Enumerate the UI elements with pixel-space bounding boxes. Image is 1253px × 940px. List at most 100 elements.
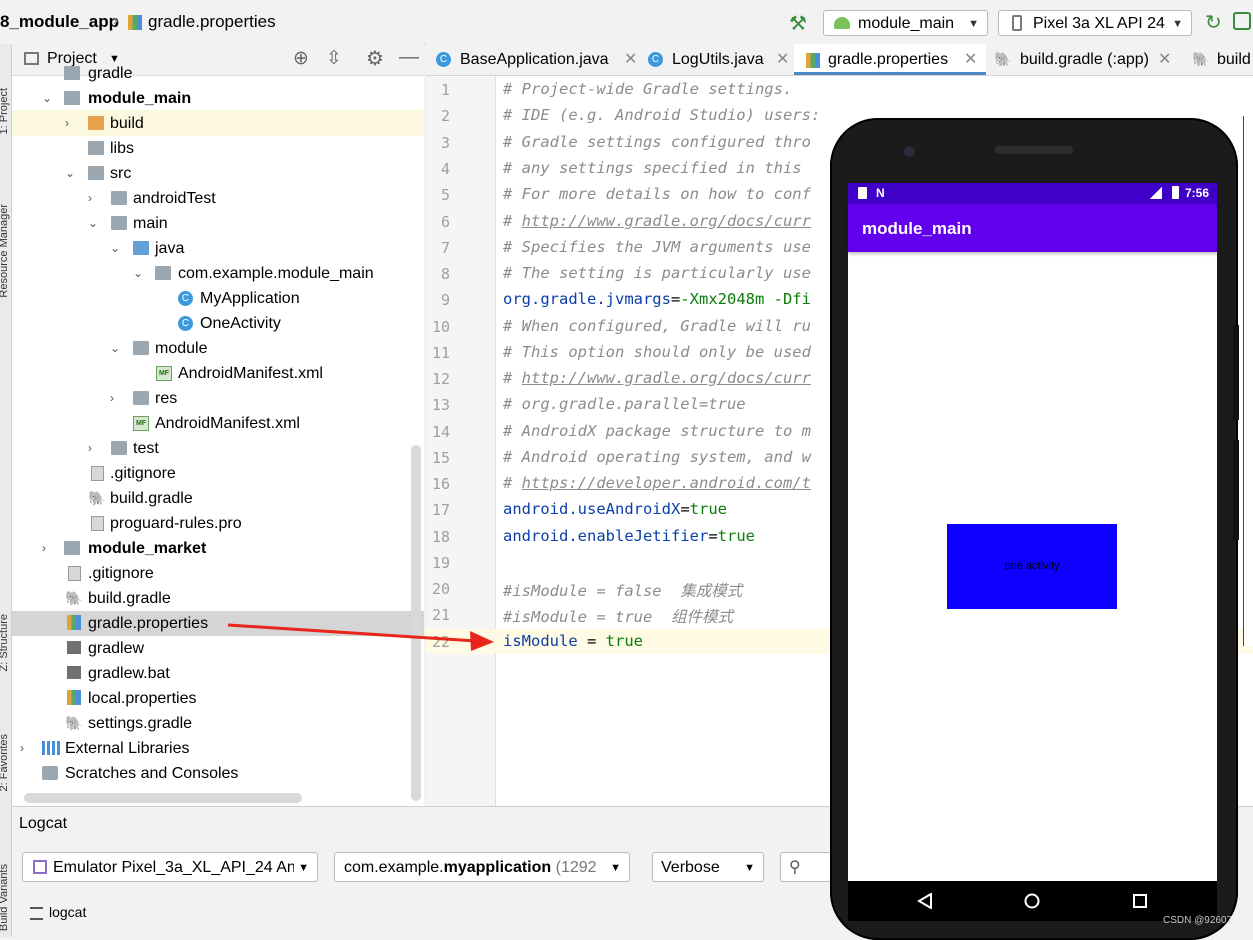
logcat-tab[interactable]: logcat: [49, 904, 86, 920]
code-line-10: # When configured, Gradle will ru: [503, 317, 811, 335]
line-number: 18: [431, 528, 450, 546]
folder-icon: [111, 191, 127, 205]
locate-target-icon[interactable]: ⊕: [293, 47, 309, 70]
line-number: 6: [440, 213, 450, 231]
tab-build[interactable]: 🐘 build: [1192, 44, 1253, 75]
one-activity-button[interactable]: one activity: [947, 524, 1117, 609]
speaker-grille: [995, 146, 1073, 154]
gradle-elephant-icon: 🐘: [88, 490, 106, 506]
code-line-22: isModule = true: [503, 632, 643, 650]
breadcrumb-project[interactable]: 8_module_app: [0, 12, 119, 32]
code-line-8: # The setting is particularly use: [503, 264, 811, 282]
code-line-7: # Specifies the JVM arguments use: [503, 238, 811, 256]
gradle-elephant-icon: 🐘: [994, 51, 1012, 67]
watermark: CSDN @92607: [1163, 915, 1233, 926]
logcat-lines-icon: [30, 907, 43, 920]
chevron-right-icon[interactable]: ›: [88, 436, 100, 461]
module-folder-icon: [64, 91, 80, 105]
properties-file-icon: [806, 53, 820, 68]
line-number: 2: [440, 107, 450, 125]
run-config-select[interactable]: module_main ▼: [823, 10, 988, 36]
log-level-select[interactable]: Verbose ▼: [652, 852, 764, 882]
power-button[interactable]: [1233, 325, 1239, 420]
home-icon[interactable]: [1024, 893, 1040, 909]
chevron-down-icon[interactable]: ⌄: [42, 86, 54, 111]
library-icon: [42, 741, 60, 755]
side-panel-edge: [1243, 116, 1253, 646]
chevron-down-icon: ▼: [606, 853, 621, 881]
folder-icon: [88, 166, 104, 180]
arrow-shaft: [227, 623, 477, 643]
chevron-right-icon[interactable]: ›: [88, 186, 100, 211]
chevron-down-icon[interactable]: ⌄: [65, 161, 77, 186]
line-number: 9: [440, 291, 450, 309]
chevron-right-icon[interactable]: ›: [65, 111, 77, 136]
chevron-right-icon[interactable]: ›: [110, 386, 122, 411]
gradle-elephant-icon: 🐘: [65, 715, 83, 731]
doc-link[interactable]: http://www.gradle.org/docs/curr: [522, 369, 811, 387]
tab-gradle-properties[interactable]: gradle.properties ✕: [794, 44, 986, 75]
logcat-package-select[interactable]: com.example.myapplication (1292 ▼: [334, 852, 630, 882]
editor-tabs: C BaseApplication.java ✕ C LogUtils.java…: [426, 44, 1253, 76]
line-number: 4: [440, 160, 450, 178]
tab-logutils[interactable]: C LogUtils.java ✕: [646, 44, 794, 75]
close-icon[interactable]: ✕: [964, 44, 977, 75]
breadcrumb-file[interactable]: gradle.properties: [148, 12, 276, 32]
gear-icon[interactable]: ⚙: [366, 46, 384, 71]
line-number: 20: [431, 580, 450, 598]
class-icon: C: [178, 316, 193, 331]
package-icon: [155, 266, 171, 280]
tool-window-resource-manager[interactable]: Resource Manager: [0, 204, 10, 298]
chevron-down-icon[interactable]: ⌄: [88, 211, 100, 236]
close-icon[interactable]: ✕: [624, 44, 637, 75]
apply-code-changes-icon[interactable]: [1233, 12, 1251, 30]
doc-link[interactable]: https://developer.android.com/t: [522, 474, 811, 492]
apply-changes-icon[interactable]: ↻: [1205, 10, 1222, 35]
chevron-down-icon[interactable]: ⌄: [133, 261, 145, 286]
close-icon[interactable]: ✕: [776, 44, 789, 75]
chevron-right-icon[interactable]: ›: [20, 736, 32, 761]
hide-panel-icon[interactable]: —: [399, 46, 419, 69]
back-icon[interactable]: [917, 893, 933, 909]
class-icon: C: [648, 52, 663, 67]
tool-window-build-variants[interactable]: Build Variants: [0, 864, 10, 931]
line-number: 5: [440, 186, 450, 204]
close-icon[interactable]: ✕: [1158, 44, 1171, 75]
collapse-all-icon[interactable]: ⇳: [326, 47, 342, 70]
doc-link[interactable]: http://www.gradle.org/docs/curr: [522, 212, 811, 230]
code-line-18: android.enableJetifier=true: [503, 527, 755, 545]
line-number: 7: [440, 239, 450, 257]
logcat-device-select[interactable]: Emulator Pixel_3a_XL_API_24 Anc ▼: [22, 852, 318, 882]
front-camera-icon: [904, 146, 915, 157]
tab-build-gradle-app[interactable]: 🐘 build.gradle (:app) ✕: [994, 44, 1176, 75]
code-line-4: # any settings specified in this: [503, 159, 802, 177]
folder-icon: [111, 216, 127, 230]
tool-window-structure[interactable]: Z: Structure: [0, 614, 10, 671]
volume-button[interactable]: [1233, 440, 1239, 540]
chevron-down-icon[interactable]: ⌄: [110, 336, 122, 361]
arrow-head-icon: [470, 631, 494, 651]
chevron-down-icon[interactable]: ⌄: [110, 236, 122, 261]
code-line-3: # Gradle settings configured thro: [503, 133, 811, 151]
build-hammer-icon[interactable]: ⚒: [789, 11, 807, 36]
code-line-12: # http://www.gradle.org/docs/curr: [503, 369, 811, 387]
recents-icon[interactable]: [1132, 893, 1148, 909]
chevron-down-icon: ▼: [968, 18, 979, 30]
properties-file-icon: [67, 615, 81, 630]
annotation-arrow: [227, 623, 494, 651]
code-line-11: # This option should only be used: [503, 343, 811, 361]
chevron-right-icon[interactable]: ›: [42, 536, 54, 561]
line-number: 16: [431, 475, 450, 493]
device-select[interactable]: Pixel 3a XL API 24 ▼: [998, 10, 1192, 36]
horizontal-scrollbar[interactable]: [24, 793, 302, 803]
line-number: 10: [431, 318, 450, 336]
line-number: 12: [431, 370, 450, 388]
batch-file-icon: [67, 666, 81, 679]
project-view-icon: [24, 52, 39, 65]
tab-base-application[interactable]: C BaseApplication.java ✕: [434, 44, 640, 75]
code-line-13: # org.gradle.parallel=true: [503, 395, 746, 413]
tool-window-favorites[interactable]: 2: Favorites: [0, 734, 10, 791]
line-number: 15: [431, 449, 450, 467]
tool-window-project[interactable]: 1: Project: [0, 88, 10, 134]
chevron-down-icon: ▼: [294, 853, 309, 881]
